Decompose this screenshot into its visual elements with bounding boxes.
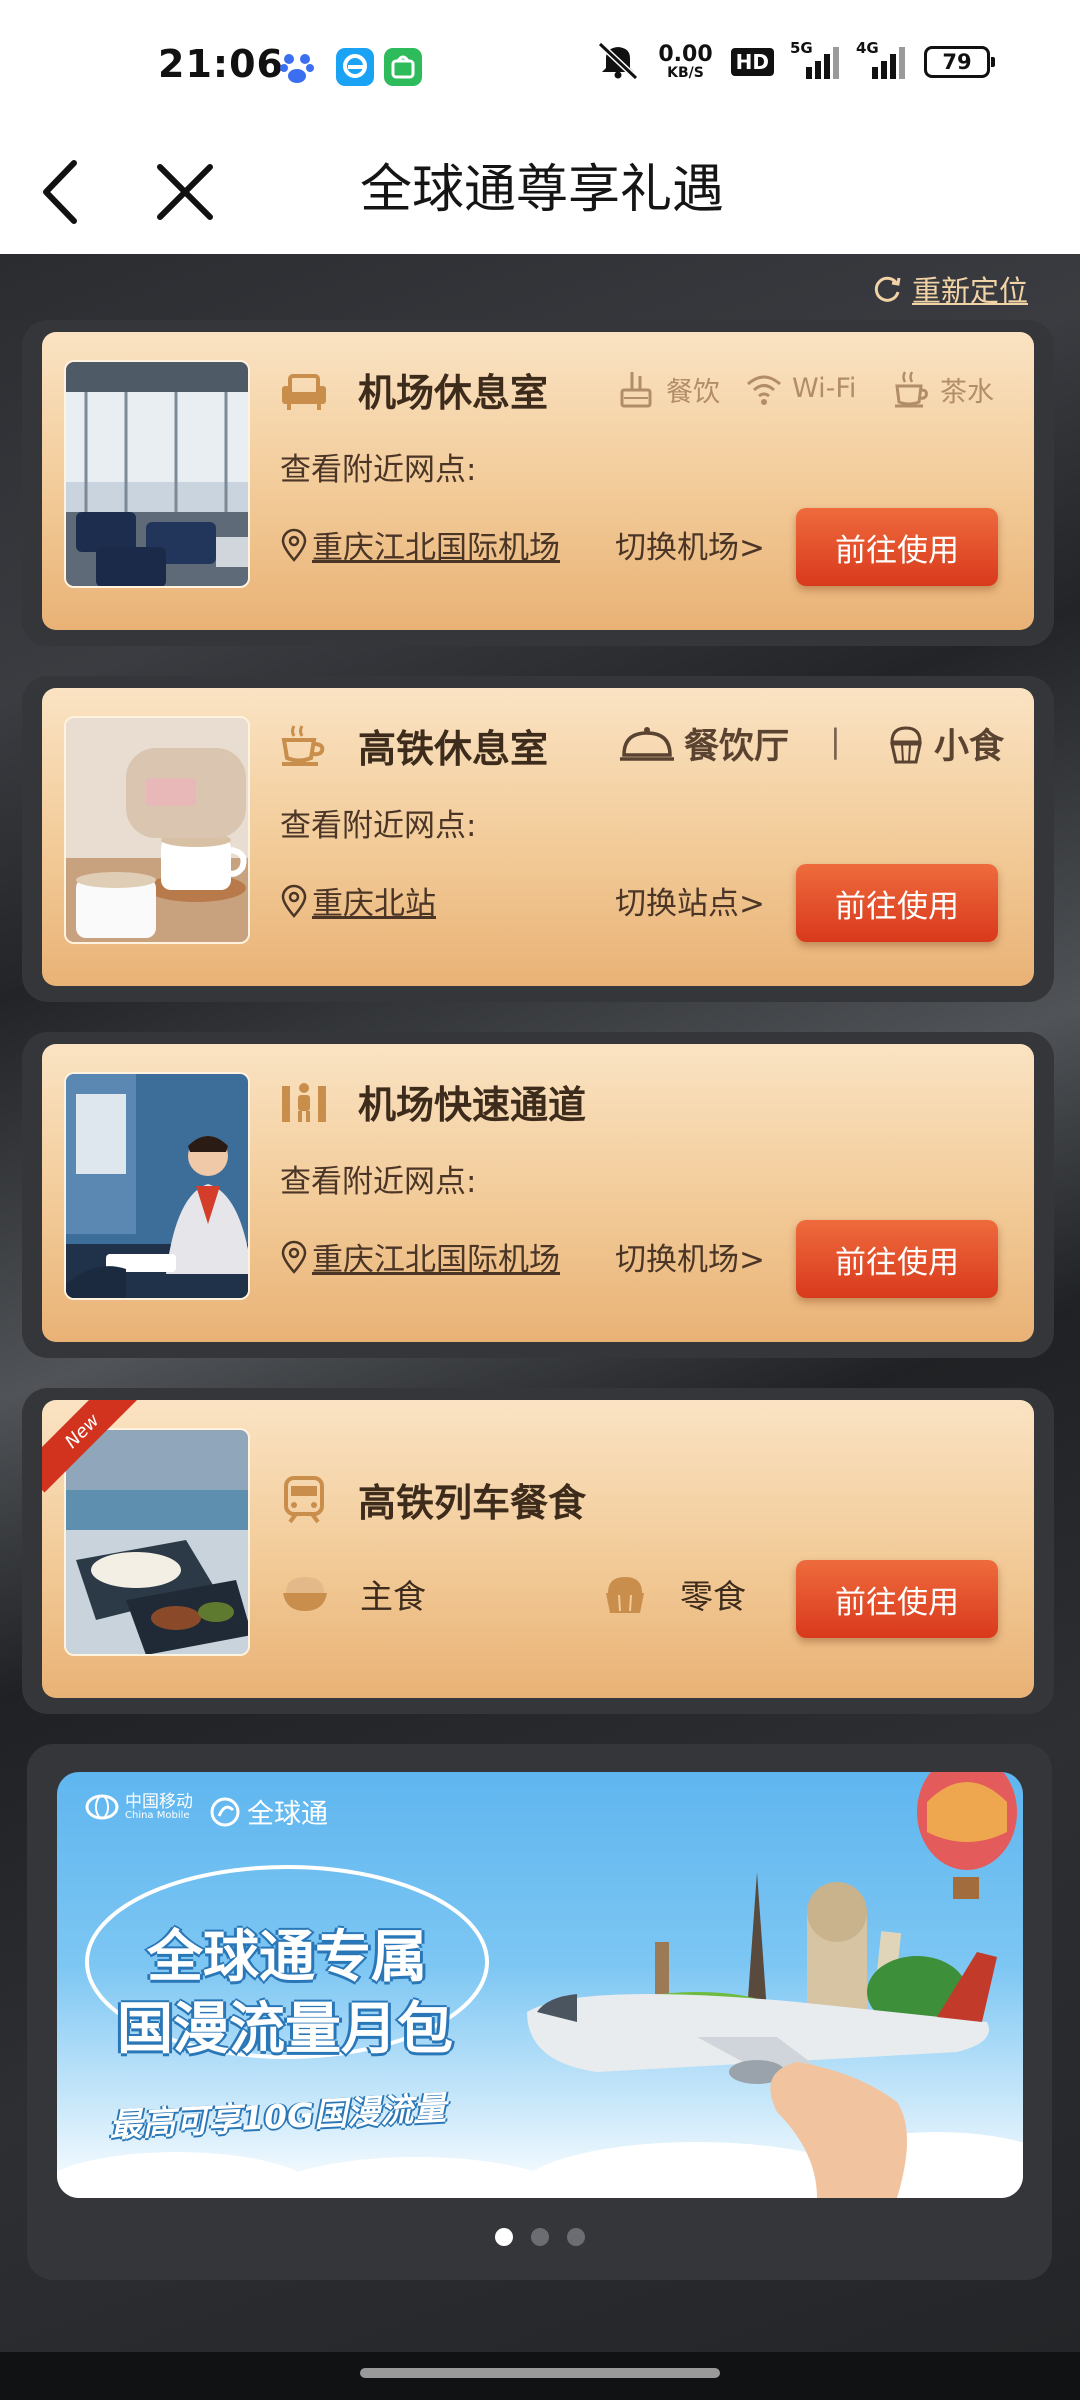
- coffee-cup-icon: [281, 725, 325, 766]
- switch-airport-link[interactable]: 切换机场>: [615, 1234, 765, 1279]
- amenity-snack: 小食: [886, 718, 1004, 769]
- refresh-icon: [874, 276, 901, 302]
- carousel-dot[interactable]: [495, 2228, 513, 2246]
- card-title: 高铁列车餐食: [358, 1481, 587, 1525]
- quanqiutong-icon: [210, 1797, 240, 1826]
- location-link[interactable]: 重庆江北国际机场: [280, 1234, 560, 1279]
- signal-5g-icon: 5G: [790, 39, 840, 79]
- close-button[interactable]: [145, 152, 225, 232]
- go-use-button[interactable]: 前往使用: [796, 864, 998, 942]
- airport-lounge-card: 机场休息室 餐饮 Wi-Fi 茶水 查看附近网点: 重庆江北国际机场 切换机场>…: [42, 332, 1034, 630]
- status-time: 21:06: [158, 42, 284, 86]
- amenity-dining: 餐饮: [618, 368, 720, 410]
- location-name[interactable]: 重庆江北国际机场: [312, 522, 560, 567]
- go-use-button[interactable]: 前往使用: [796, 1560, 998, 1638]
- dining-icon: [620, 372, 652, 408]
- quanqiutong-logo: 全球通: [209, 1792, 328, 1831]
- browser-app-icon: [336, 48, 374, 86]
- security-gate-icon: [282, 1083, 326, 1122]
- amenity-restaurant: 餐饮厅: [618, 718, 789, 769]
- baidu-app-icon: [278, 48, 316, 86]
- status-bar: 21:06 0.00 KB/S HD 5G 4G 79: [0, 0, 1080, 130]
- go-use-button[interactable]: 前往使用: [796, 508, 998, 586]
- location-pin-icon: [281, 1240, 307, 1274]
- train-icon: [284, 1476, 324, 1524]
- location-pin-icon: [281, 528, 307, 562]
- gesture-bar: [0, 2352, 1080, 2400]
- amenity-tea: 茶水: [892, 368, 994, 410]
- carousel-dot[interactable]: [567, 2228, 585, 2246]
- train-meal-image: [64, 1428, 250, 1656]
- location-link[interactable]: 重庆北站: [280, 878, 436, 923]
- shop-app-icon: [384, 48, 422, 86]
- rice-bowl-icon: [283, 1577, 327, 1611]
- cupcake-icon: [890, 725, 922, 763]
- switch-station-link[interactable]: 切换站点>: [615, 878, 765, 923]
- fast-track-card: 机场快速通道 查看附近网点: 重庆江北国际机场 切换机场> 前往使用: [42, 1044, 1034, 1342]
- location-pin-icon: [281, 884, 307, 918]
- china-mobile-icon: [85, 1794, 119, 1820]
- relocate-button[interactable]: 重新定位: [870, 268, 1028, 310]
- nearby-label: 查看附近网点:: [280, 808, 477, 844]
- banner-slide[interactable]: 中国移动 China Mobile 全球通 全球通专属 国漫流量月包 最高可享1…: [57, 1772, 1023, 2198]
- rail-lounge-card: 高铁休息室 餐饮厅 | 小食 查看附近网点: 重庆北站 切换站点> 前往使用: [42, 688, 1034, 986]
- content-area: 重新定位 机场休息室 餐饮 Wi-Fi 茶水 查看附近网点: 重庆江北国际机场 …: [0, 254, 1080, 2352]
- chevron-left-icon: [43, 160, 77, 224]
- nearby-label: 查看附近网点:: [280, 452, 477, 488]
- location-name[interactable]: 重庆江北国际机场: [312, 1234, 560, 1279]
- carousel-dot[interactable]: [531, 2228, 549, 2246]
- china-mobile-logo: 中国移动 China Mobile: [85, 1792, 193, 1822]
- food-staple: 主食: [280, 1570, 426, 1618]
- relocate-label: 重新定位: [911, 274, 1028, 308]
- train-meal-card: New 高铁列车餐食 主食 零食 前往使用: [42, 1400, 1034, 1698]
- airport-lounge-card-wrap: 机场休息室 餐饮 Wi-Fi 茶水 查看附近网点: 重庆江北国际机场 切换机场>…: [22, 320, 1054, 646]
- wifi-icon: [747, 375, 781, 405]
- mute-icon: [596, 40, 640, 84]
- card-title: 机场休息室: [358, 371, 549, 415]
- card-title: 高铁休息室: [358, 727, 549, 771]
- card-title: 机场快速通道: [358, 1083, 587, 1127]
- home-indicator[interactable]: [360, 2368, 720, 2378]
- banner-headline-1: 全球通专属: [147, 1925, 427, 1990]
- close-icon: [157, 164, 213, 220]
- location-link[interactable]: 重庆江北国际机场: [280, 522, 560, 567]
- nav-bar: 全球通尊享礼遇: [0, 130, 1080, 254]
- nearby-label: 查看附近网点:: [280, 1164, 477, 1200]
- rail-lounge-image: [64, 716, 250, 944]
- amenity-separator: |: [830, 722, 841, 760]
- airport-lounge-image: [64, 360, 250, 588]
- train-meal-card-wrap: New 高铁列车餐食 主食 零食 前往使用: [22, 1388, 1054, 1714]
- switch-airport-link[interactable]: 切换机场>: [615, 522, 765, 567]
- fast-track-image: [64, 1072, 250, 1300]
- banner-carousel: 中国移动 China Mobile 全球通 全球通专属 国漫流量月包 最高可享1…: [27, 1744, 1052, 2280]
- banner-headline-2: 国漫流量月包: [117, 1997, 453, 2062]
- amenity-wifi: Wi-Fi: [744, 368, 856, 408]
- fast-track-card-wrap: 机场快速通道 查看附近网点: 重庆江北国际机场 切换机场> 前往使用: [22, 1032, 1054, 1358]
- food-snack: 零食: [600, 1570, 746, 1618]
- carousel-dots: [495, 2228, 585, 2246]
- location-name[interactable]: 重庆北站: [312, 878, 436, 923]
- go-use-button[interactable]: 前往使用: [796, 1220, 998, 1298]
- cloche-icon: [620, 726, 674, 761]
- battery-icon: 79: [924, 46, 995, 78]
- hd-badge: HD: [730, 48, 774, 76]
- page-title: 全球通尊享礼遇: [360, 160, 725, 220]
- net-speed: 0.00 KB/S: [658, 42, 713, 81]
- signal-4g-icon: 4G: [856, 39, 906, 79]
- sofa-icon: [282, 374, 326, 410]
- bread-icon: [606, 1577, 644, 1613]
- back-button[interactable]: [20, 152, 100, 232]
- rail-lounge-card-wrap: 高铁休息室 餐饮厅 | 小食 查看附近网点: 重庆北站 切换站点> 前往使用: [22, 676, 1054, 1002]
- tea-cup-icon: [895, 371, 928, 408]
